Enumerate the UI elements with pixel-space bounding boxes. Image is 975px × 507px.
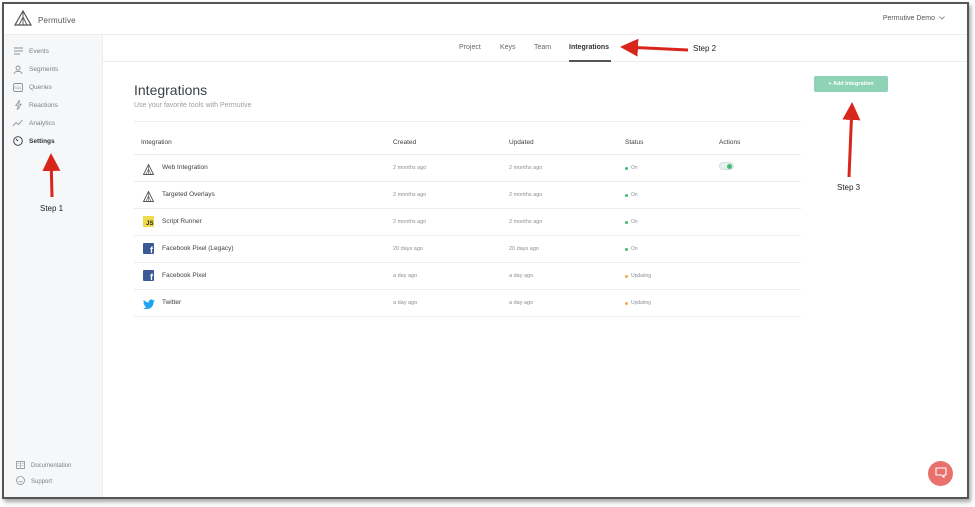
chat-bubble-icon (934, 465, 947, 483)
step3-arrow (842, 102, 861, 178)
step1-arrow (42, 153, 61, 198)
step2-arrow (620, 38, 689, 57)
step2-label: Step 2 (693, 44, 717, 53)
chat-launcher-button[interactable] (928, 461, 953, 486)
annotation-arrows (42, 38, 861, 198)
app-window: Permutive Permutive Demo Events Segments… (2, 2, 969, 499)
step1-label: Step 1 (40, 204, 64, 213)
step3-label: Step 3 (837, 183, 861, 192)
